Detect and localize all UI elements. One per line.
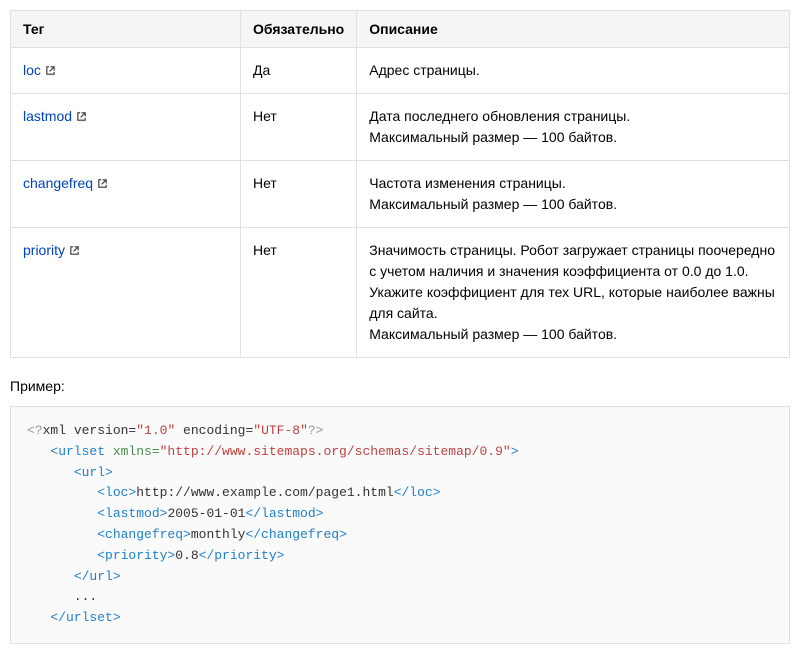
code-token: "UTF-8" [253, 423, 308, 438]
code-token: <loc> [97, 485, 136, 500]
table-row: loc ДаАдрес страницы. [11, 48, 790, 94]
code-token: </changefreq> [245, 527, 346, 542]
code-token [27, 589, 74, 604]
external-link-icon [97, 178, 108, 189]
code-token: encoding= [175, 423, 253, 438]
code-token [27, 506, 97, 521]
tag-link-changefreq[interactable]: changefreq [23, 173, 108, 194]
table-row: lastmod НетДата последнего обновления стр… [11, 94, 790, 161]
required-cell: Нет [241, 94, 357, 161]
code-token [27, 610, 50, 625]
code-token: xml version= [43, 423, 137, 438]
code-token: </lastmod> [245, 506, 323, 521]
external-link-icon [45, 65, 56, 76]
header-required: Обязательно [241, 11, 357, 48]
code-token: monthly [191, 527, 246, 542]
tag-link-label: priority [23, 240, 65, 261]
tag-link-priority[interactable]: priority [23, 240, 80, 261]
tag-link-label: changefreq [23, 173, 93, 194]
code-token: > [511, 444, 519, 459]
code-token: <lastmod> [97, 506, 167, 521]
code-token [27, 527, 97, 542]
code-token: 0.8 [175, 548, 198, 563]
code-token [27, 465, 74, 480]
code-token: http://www.example.com/page1.html [136, 485, 393, 500]
example-label: Пример: [10, 378, 790, 394]
tag-link-loc[interactable]: loc [23, 60, 56, 81]
code-example: <?xml version="1.0" encoding="UTF-8"?> <… [10, 406, 790, 644]
code-token: </urlset> [50, 610, 120, 625]
code-token: <? [27, 423, 43, 438]
required-cell: Нет [241, 161, 357, 228]
code-token: </url> [74, 569, 121, 584]
code-token [27, 548, 97, 563]
code-token: </loc> [394, 485, 441, 500]
code-token: "1.0" [136, 423, 175, 438]
code-token [27, 444, 50, 459]
table-row: changefreq НетЧастота изменения страницы.… [11, 161, 790, 228]
header-tag: Тег [11, 11, 241, 48]
code-token: "http://www.sitemaps.org/schemas/sitemap… [160, 444, 511, 459]
code-token: 2005-01-01 [167, 506, 245, 521]
description-cell: Значимость страницы. Робот загружает стр… [357, 228, 790, 358]
header-description: Описание [357, 11, 790, 48]
code-token [27, 485, 97, 500]
required-cell: Нет [241, 228, 357, 358]
sitemap-tags-table: Тег Обязательно Описание loc ДаАдрес стра… [10, 10, 790, 358]
description-cell: Дата последнего обновления страницы.Макс… [357, 94, 790, 161]
code-token: </priority> [199, 548, 285, 563]
description-cell: Частота изменения страницы.Максимальный … [357, 161, 790, 228]
tag-link-label: loc [23, 60, 41, 81]
table-row: priority НетЗначимость страницы. Робот за… [11, 228, 790, 358]
code-token [27, 569, 74, 584]
code-token: <priority> [97, 548, 175, 563]
code-token: <url> [74, 465, 113, 480]
description-cell: Адрес страницы. [357, 48, 790, 94]
code-token: <changefreq> [97, 527, 191, 542]
code-token: ?> [308, 423, 324, 438]
tag-link-label: lastmod [23, 106, 72, 127]
external-link-icon [76, 111, 87, 122]
code-token: <urlset [50, 444, 105, 459]
required-cell: Да [241, 48, 357, 94]
external-link-icon [69, 245, 80, 256]
code-token: xmlns= [105, 444, 160, 459]
tag-link-lastmod[interactable]: lastmod [23, 106, 87, 127]
code-token: ... [74, 589, 97, 604]
